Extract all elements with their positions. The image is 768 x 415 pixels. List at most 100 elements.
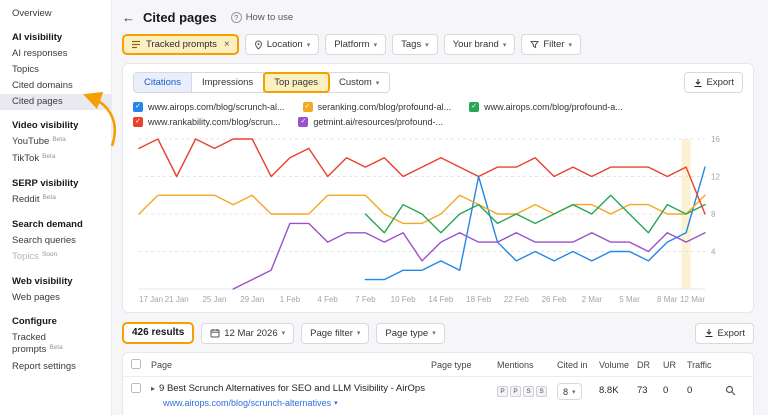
col-volume[interactable]: Volume: [599, 360, 637, 370]
cited-in-dropdown[interactable]: 8 ▾: [557, 383, 582, 400]
location-dropdown[interactable]: Location ▾: [245, 34, 319, 55]
page-type-dropdown[interactable]: Page type ▾: [376, 323, 444, 344]
traffic-cell: 0: [687, 383, 725, 396]
how-to-use-link[interactable]: ? How to use: [231, 12, 294, 23]
legend-item-3[interactable]: ✓www.rankability.com/blog/scrun...: [133, 117, 280, 127]
tab-custom[interactable]: Custom ▾: [329, 73, 389, 92]
your-brand-dropdown[interactable]: Your brand ▾: [444, 34, 516, 55]
col-page[interactable]: Page: [151, 360, 431, 370]
tab-impressions[interactable]: Impressions: [192, 73, 264, 92]
sidebar-item-topics[interactable]: Topics: [0, 62, 111, 78]
sidebar-label: Configure: [12, 316, 57, 327]
back-arrow-icon[interactable]: ←: [122, 10, 135, 25]
sidebar-label: Overview: [12, 8, 52, 19]
col-traffic[interactable]: Traffic: [687, 360, 725, 370]
legend-checkbox-icon[interactable]: ✓: [133, 117, 143, 127]
sidebar-label: Search demand: [12, 219, 83, 230]
legend-checkbox-icon[interactable]: ✓: [469, 102, 479, 112]
expand-caret-icon[interactable]: ▸: [151, 384, 155, 393]
col-dr[interactable]: DR: [637, 360, 663, 370]
legend-item-1[interactable]: ✓seranking.com/blog/profound-al...: [303, 102, 452, 112]
sidebar-item-tracked-prompts[interactable]: Tracked promptsBeta: [0, 330, 111, 359]
filter-dropdown[interactable]: Filter ▾: [521, 34, 581, 55]
svg-text:7 Feb: 7 Feb: [355, 295, 376, 304]
tab-top-pages[interactable]: Top pages: [264, 73, 329, 92]
svg-text:4: 4: [711, 248, 716, 257]
main-content: ← Cited pages ? How to use Tracked promp…: [112, 0, 768, 415]
sidebar-label: Cited domains: [12, 80, 73, 91]
sidebar-label: AI visibility: [12, 32, 62, 43]
legend-item-2[interactable]: ✓www.airops.com/blog/profound-a...: [469, 102, 623, 112]
sidebar-item-reddit[interactable]: RedditBeta: [0, 192, 111, 209]
page-type-label: Page type: [385, 328, 428, 339]
table-row: ▸ 9 Best Scrunch Alternatives for SEO an…: [123, 377, 753, 415]
platform-dropdown[interactable]: Platform ▾: [325, 34, 386, 55]
line-chart-svg: 48121617 Jan21 Jan25 Jan29 Jan1 Feb4 Feb…: [133, 131, 745, 307]
page-cell: ▸ 9 Best Scrunch Alternatives for SEO an…: [151, 383, 431, 408]
sidebar-item-topics[interactable]: TopicsSoon: [0, 249, 111, 266]
chip-close-icon[interactable]: ×: [224, 39, 230, 50]
sidebar-item-tiktok[interactable]: TikTokBeta: [0, 151, 111, 168]
funnel-icon: [530, 40, 539, 49]
page-url-link[interactable]: www.airops.com/blog/scrunch-alternatives…: [163, 398, 431, 408]
sidebar-label: AI responses: [12, 48, 67, 59]
chevron-down-icon: ▾: [282, 329, 286, 337]
sidebar-section-search-demand: Search demand: [0, 217, 111, 233]
badge-beta: Beta: [42, 153, 55, 160]
sidebar-section-video-visibility: Video visibility: [0, 118, 111, 134]
results-table: Page Page type Mentions Cited in Volume …: [122, 352, 754, 415]
platform-badge-s: S: [523, 386, 534, 397]
badge-soon: Soon: [42, 251, 57, 258]
col-page-type[interactable]: Page type: [431, 360, 497, 370]
results-count: 426 results: [122, 322, 194, 344]
sidebar-item-cited-pages[interactable]: Cited pages: [0, 94, 111, 110]
tracked-prompts-chip[interactable]: Tracked prompts ×: [122, 34, 239, 55]
location-label: Location: [267, 39, 303, 50]
sidebar-item-overview[interactable]: Overview: [0, 6, 111, 22]
sidebar-section-serp-visibility: SERP visibility: [0, 176, 111, 192]
page-title-text: 9 Best Scrunch Alternatives for SEO and …: [159, 383, 425, 394]
select-all-checkbox[interactable]: [131, 359, 141, 369]
prompt-list-icon: [131, 40, 141, 49]
sidebar-label: Topics: [12, 64, 39, 75]
chevron-down-icon: ▾: [568, 41, 572, 49]
sidebar-section-web-visibility: Web visibility: [0, 274, 111, 290]
legend-item-4[interactable]: ✓getmint.ai/resources/profound-...: [298, 117, 443, 127]
date-range-dropdown[interactable]: 12 Mar 2026 ▾: [201, 323, 294, 344]
sidebar-label: Video visibility: [12, 120, 78, 131]
svg-text:8 Mar: 8 Mar: [657, 295, 678, 304]
row-checkbox[interactable]: [131, 383, 141, 393]
chart-toolbar: Citations Impressions Top pages Custom ▾…: [133, 72, 743, 93]
chart-card: Citations Impressions Top pages Custom ▾…: [122, 63, 754, 313]
chip-label: Tracked prompts: [146, 39, 217, 50]
mentions-cell: PPSS: [497, 383, 557, 397]
sidebar-item-youtube[interactable]: YouTubeBeta: [0, 134, 111, 151]
sidebar-item-web-pages[interactable]: Web pages: [0, 290, 111, 306]
inspect-icon[interactable]: [725, 383, 745, 399]
date-range-label: 12 Mar 2026: [224, 328, 277, 339]
sidebar-item-cited-domains[interactable]: Cited domains: [0, 78, 111, 94]
page-filter-dropdown[interactable]: Page filter ▾: [301, 323, 369, 344]
col-mentions[interactable]: Mentions: [497, 360, 557, 370]
svg-text:1 Feb: 1 Feb: [280, 295, 301, 304]
tags-dropdown[interactable]: Tags ▾: [392, 34, 438, 55]
col-cited-in[interactable]: Cited in: [557, 360, 599, 370]
legend-checkbox-icon[interactable]: ✓: [298, 117, 308, 127]
sidebar-item-ai-responses[interactable]: AI responses: [0, 46, 111, 62]
results-toolbar: 426 results 12 Mar 2026 ▾ Page filter ▾ …: [122, 322, 754, 344]
chart-export-label: Export: [707, 77, 734, 88]
sidebar-label: Reddit: [12, 194, 39, 205]
col-ur[interactable]: UR: [663, 360, 687, 370]
legend-checkbox-icon[interactable]: ✓: [133, 102, 143, 112]
volume-cell: 8.8K: [599, 383, 637, 396]
legend-checkbox-icon[interactable]: ✓: [303, 102, 313, 112]
sidebar-item-search-queries[interactable]: Search queries: [0, 233, 111, 249]
table-export-button[interactable]: Export: [695, 323, 754, 344]
svg-text:2 Mar: 2 Mar: [582, 295, 603, 304]
sidebar-item-report-settings[interactable]: Report settings: [0, 359, 111, 375]
tab-citations[interactable]: Citations: [134, 73, 192, 92]
ur-cell: 0: [663, 383, 687, 396]
chart-export-button[interactable]: Export: [684, 72, 743, 93]
chevron-down-icon: ▾: [307, 41, 311, 49]
legend-item-0[interactable]: ✓www.airops.com/blog/scrunch-al...: [133, 102, 285, 112]
